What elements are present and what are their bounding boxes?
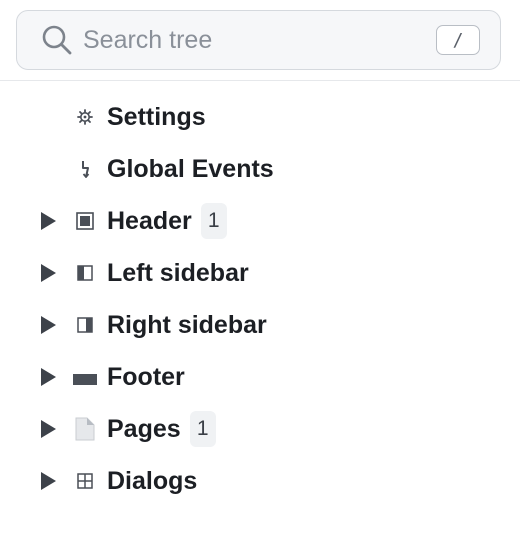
- right-sidebar-icon: [72, 312, 98, 338]
- tree-item-label-group: Pages 1: [107, 411, 216, 447]
- tree-item-label: Global Events: [107, 154, 274, 183]
- search-bar: /: [0, 0, 520, 81]
- dialogs-icon: [72, 468, 98, 494]
- search-input[interactable]: [83, 25, 436, 55]
- tree-item-label: Pages: [107, 414, 181, 443]
- expand-caret-icon[interactable]: [38, 314, 58, 336]
- tree-item-dialogs[interactable]: Dialogs: [0, 455, 520, 507]
- search-shortcut-key: /: [436, 25, 480, 55]
- count-badge: 1: [189, 411, 216, 447]
- lightning-icon: [72, 156, 98, 182]
- left-sidebar-icon: [72, 260, 98, 286]
- tree-item-global-events[interactable]: Global Events: [0, 143, 520, 195]
- tree-item-label: Footer: [107, 362, 185, 391]
- tree-item-pages[interactable]: Pages 1: [0, 403, 520, 455]
- tree-item-label: Left sidebar: [107, 258, 249, 287]
- footer-icon: [72, 364, 98, 390]
- gear-icon: [72, 104, 98, 130]
- search-box[interactable]: /: [16, 10, 501, 70]
- tree-item-footer[interactable]: Footer: [0, 351, 520, 403]
- expand-caret-icon[interactable]: [38, 366, 58, 388]
- tree-item-label-group: Header 1: [107, 203, 227, 239]
- expand-caret-icon[interactable]: [38, 262, 58, 284]
- tree-item-settings[interactable]: Settings: [0, 91, 520, 143]
- page-icon: [72, 416, 98, 442]
- tree-item-left-sidebar[interactable]: Left sidebar: [0, 247, 520, 299]
- tree-item-label: Right sidebar: [107, 310, 267, 339]
- tree-item-label: Dialogs: [107, 466, 198, 495]
- tree-item-right-sidebar[interactable]: Right sidebar: [0, 299, 520, 351]
- expand-caret-icon[interactable]: [38, 210, 58, 232]
- count-badge: 1: [200, 203, 227, 239]
- tree-item-label: Settings: [107, 102, 206, 131]
- expand-caret-icon[interactable]: [38, 470, 58, 492]
- search-icon: [39, 22, 75, 58]
- tree-item-label: Header: [107, 206, 192, 235]
- header-icon: [72, 208, 98, 234]
- tree-item-header[interactable]: Header 1: [0, 195, 520, 247]
- expand-caret-icon[interactable]: [38, 418, 58, 440]
- tree-panel: /: [0, 0, 520, 536]
- tree-list: Settings Global Events Header 1 Left sid…: [0, 91, 520, 507]
